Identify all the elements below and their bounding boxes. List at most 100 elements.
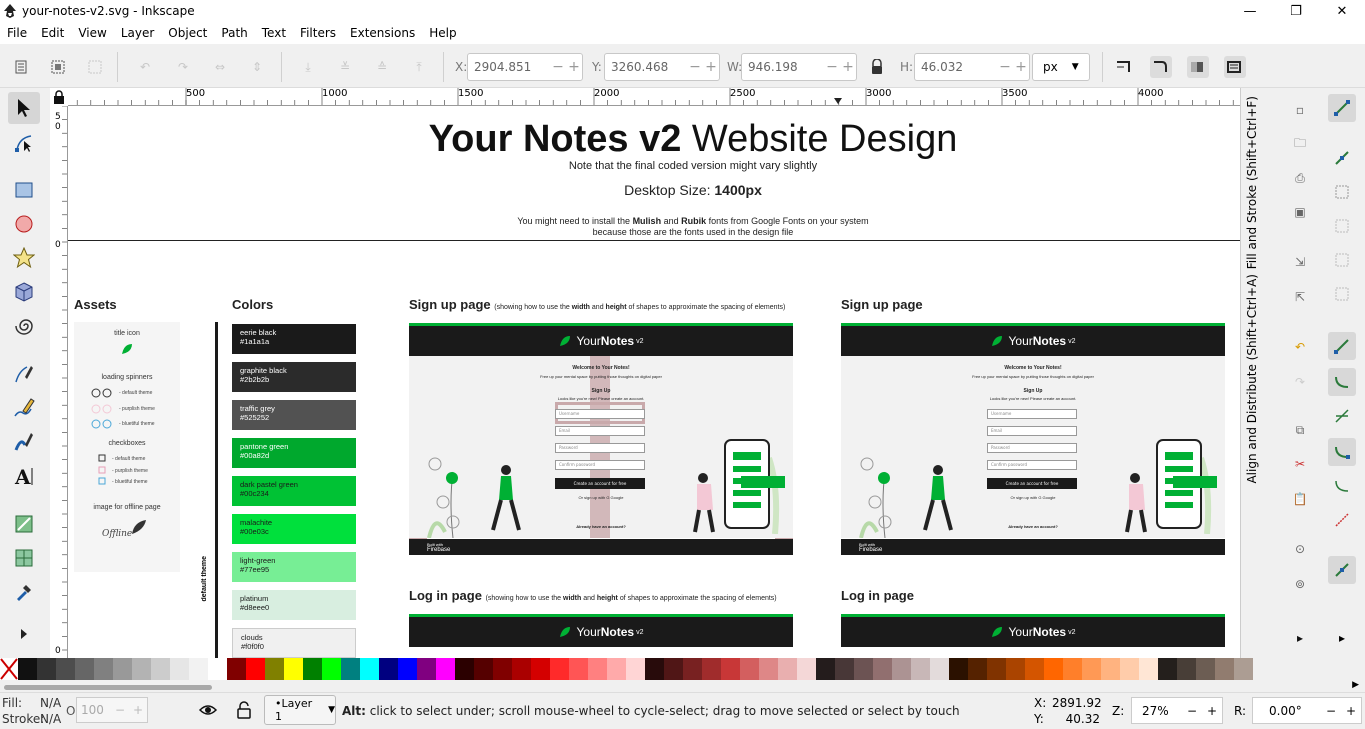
palette-swatch[interactable]: [721, 658, 740, 680]
signup-mockup[interactable]: Your Notes v2 Welcome to Your Notes! Free …: [841, 323, 1225, 555]
palette-swatch[interactable]: [626, 658, 645, 680]
menu-extensions[interactable]: Extensions: [343, 26, 422, 40]
palette-swatch[interactable]: [702, 658, 721, 680]
snap-page-icon[interactable]: [1328, 556, 1356, 584]
palette-swatch[interactable]: [892, 658, 911, 680]
toggle-visibility-icon[interactable]: [198, 700, 220, 722]
snap-bbox-midpoint-icon[interactable]: [1328, 246, 1356, 274]
print-icon[interactable]: ⎙: [1286, 164, 1314, 192]
opacity-increment[interactable]: +: [129, 703, 147, 717]
opacity-decrement[interactable]: −: [111, 703, 129, 717]
fill-stroke-tab[interactable]: Fill and Stroke (Shift+Ctrl+F): [1245, 96, 1259, 269]
spiral-tool-icon[interactable]: [8, 310, 40, 342]
menu-filters[interactable]: Filters: [293, 26, 343, 40]
color-card[interactable]: eerie black #1a1a1a: [232, 324, 356, 354]
text-tool-icon[interactable]: A: [8, 460, 40, 492]
w-field[interactable]: 946.198 − +: [741, 53, 857, 81]
palette-swatch[interactable]: [379, 658, 398, 680]
palette-swatch[interactable]: [1120, 658, 1139, 680]
node-tool-icon[interactable]: [8, 127, 40, 159]
select-all-icon[interactable]: [10, 56, 32, 78]
zoom-selection-icon[interactable]: ⊙: [1286, 535, 1314, 563]
save-icon[interactable]: ▣: [1286, 198, 1314, 226]
palette-swatch[interactable]: [75, 658, 94, 680]
palette-swatch[interactable]: [987, 658, 1006, 680]
rotation-increment[interactable]: +: [1341, 704, 1361, 718]
menu-layer[interactable]: Layer: [114, 26, 161, 40]
color-card[interactable]: traffic grey #525252: [232, 400, 356, 430]
h-decrement[interactable]: −: [997, 59, 1013, 75]
w-decrement[interactable]: −: [824, 59, 840, 75]
x-increment[interactable]: +: [566, 59, 582, 75]
rotate-ccw-icon[interactable]: ↶: [134, 56, 156, 78]
palette-swatch[interactable]: [607, 658, 626, 680]
snap-toggle-icon[interactable]: [1328, 94, 1356, 122]
export-icon[interactable]: ⇱: [1286, 283, 1314, 311]
toggle-lock-icon[interactable]: [234, 700, 256, 722]
x-value[interactable]: 2904.851: [468, 60, 550, 74]
color-card[interactable]: malachite #00e03c: [232, 514, 356, 544]
vertical-ruler[interactable]: 5 0 0 0: [50, 106, 68, 658]
palette-swatch[interactable]: [303, 658, 322, 680]
dropper-tool-icon[interactable]: [8, 576, 40, 608]
no-paint-swatch-icon[interactable]: [0, 658, 18, 680]
color-card[interactable]: light-green #77ee95: [232, 552, 356, 582]
palette-swatch[interactable]: [151, 658, 170, 680]
palette-swatch[interactable]: [474, 658, 493, 680]
palette-swatch[interactable]: [778, 658, 797, 680]
y-field[interactable]: 3260.468 − +: [604, 53, 720, 81]
pencil-tool-icon[interactable]: [8, 392, 40, 424]
more-commands-icon[interactable]: ▸: [1286, 624, 1314, 652]
redo-icon[interactable]: ↷: [1286, 368, 1314, 396]
select-all-layers-icon[interactable]: [47, 56, 69, 78]
selector-tool-icon[interactable]: [8, 92, 40, 124]
login-mockup[interactable]: Your Notes v2: [841, 614, 1225, 658]
palette-swatch[interactable]: [322, 658, 341, 680]
copy-icon[interactable]: ⧉: [1286, 416, 1314, 444]
palette-swatch[interactable]: [246, 658, 265, 680]
raise-icon[interactable]: ≙: [371, 56, 393, 78]
lock-ratio-icon[interactable]: [866, 56, 888, 78]
menu-help[interactable]: Help: [422, 26, 463, 40]
maximize-button[interactable]: ❐: [1273, 0, 1319, 22]
palette-swatch[interactable]: [94, 658, 113, 680]
snap-cusp-icon[interactable]: [1328, 438, 1356, 466]
snap-bbox-edge-icon[interactable]: [1328, 178, 1356, 206]
palette-swatch[interactable]: [265, 658, 284, 680]
palette-swatch[interactable]: [436, 658, 455, 680]
minimize-button[interactable]: —: [1227, 0, 1273, 22]
palette-swatch[interactable]: [740, 658, 759, 680]
raise-to-top-icon[interactable]: ⤒: [408, 56, 430, 78]
import-icon[interactable]: ⇲: [1286, 248, 1314, 276]
palette-swatch[interactable]: [588, 658, 607, 680]
zoom-drawing-icon[interactable]: ⊚: [1286, 570, 1314, 598]
star-tool-icon[interactable]: [8, 242, 40, 274]
flip-vertical-icon[interactable]: ⇕: [246, 56, 268, 78]
opacity-field[interactable]: 100 − +: [76, 697, 148, 723]
palette-swatch[interactable]: [1158, 658, 1177, 680]
palette-swatch[interactable]: [873, 658, 892, 680]
menu-edit[interactable]: Edit: [34, 26, 71, 40]
palette-swatch[interactable]: [284, 658, 303, 680]
color-card[interactable]: graphite black #2b2b2b: [232, 362, 356, 392]
close-button[interactable]: ✕: [1319, 0, 1365, 22]
menu-object[interactable]: Object: [161, 26, 214, 40]
rotation-decrement[interactable]: −: [1321, 704, 1341, 718]
palette-swatch[interactable]: [189, 658, 208, 680]
horizontal-ruler[interactable]: 500 1000 1500 2000 2500 3000 3500 4000: [68, 88, 1240, 106]
palette-swatch[interactable]: [1177, 658, 1196, 680]
palette-swatch[interactable]: [683, 658, 702, 680]
more-snap-icon[interactable]: ▸: [1328, 624, 1356, 652]
zoom-value[interactable]: 27%: [1132, 704, 1182, 718]
palette-swatch[interactable]: [531, 658, 550, 680]
layer-select[interactable]: •Layer 1 ▼: [264, 695, 336, 725]
3d-box-tool-icon[interactable]: [8, 276, 40, 308]
snap-bbox-icon[interactable]: [1328, 144, 1356, 172]
snap-nodes-icon[interactable]: [1328, 332, 1356, 360]
undo-icon[interactable]: ↶: [1286, 333, 1314, 361]
menu-text[interactable]: Text: [255, 26, 293, 40]
w-increment[interactable]: +: [840, 59, 856, 75]
palette-swatch[interactable]: [835, 658, 854, 680]
h-field[interactable]: 46.032 − +: [914, 53, 1030, 81]
palette-swatch[interactable]: [341, 658, 360, 680]
